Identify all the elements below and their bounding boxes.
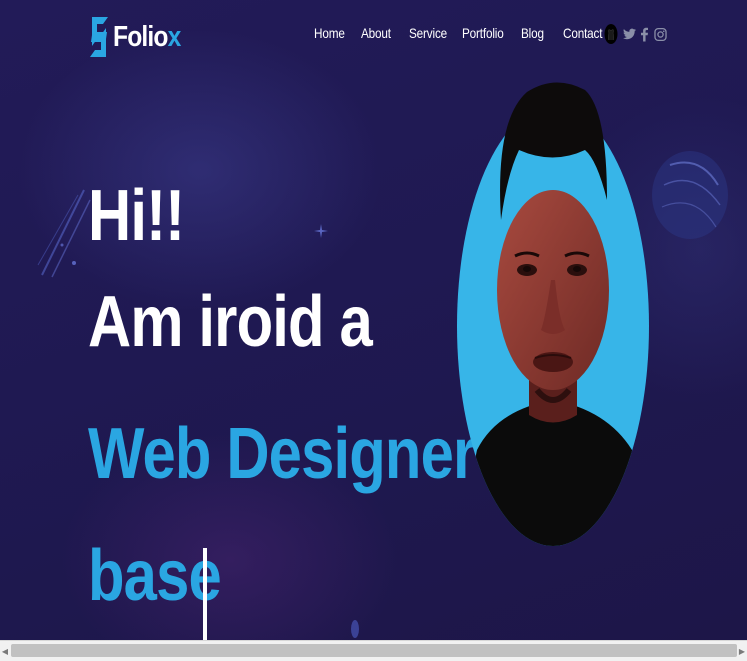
- decorative-orb-right: [652, 151, 728, 239]
- hero-section: Foliox Home About Service Portfolio Blog…: [0, 0, 747, 640]
- decorative-dot-bottom: [351, 620, 359, 638]
- facebook-icon[interactable]: [641, 27, 648, 42]
- nav-link-portfolio[interactable]: Portfolio: [462, 25, 504, 41]
- typing-cursor: [203, 548, 207, 640]
- hero-line-role: Web Designer: [88, 414, 476, 494]
- decorative-streak-left: [37, 189, 91, 278]
- nav-link-contact[interactable]: Contact: [563, 25, 603, 41]
- hero-line-typing: base: [88, 536, 222, 616]
- scroll-left-arrow-icon[interactable]: ◀: [0, 641, 10, 661]
- social-links: [604, 22, 667, 46]
- decorative-sparkle: [314, 224, 328, 238]
- nav-link-home[interactable]: Home: [314, 25, 345, 41]
- nav-link-about[interactable]: About: [361, 25, 391, 41]
- instagram-icon[interactable]: [654, 27, 667, 42]
- hero-line-greeting: Hi!!: [88, 176, 185, 256]
- nav-link-service[interactable]: Service: [409, 25, 447, 41]
- scrollbar-thumb[interactable]: [11, 644, 737, 657]
- profile-portrait: [457, 82, 649, 546]
- horizontal-scrollbar[interactable]: ◀ ▶: [0, 640, 747, 661]
- github-icon[interactable]: [604, 23, 618, 45]
- scroll-right-arrow-icon[interactable]: ▶: [737, 641, 747, 661]
- nav-link-blog[interactable]: Blog: [521, 25, 544, 41]
- hero-line-intro: Am iroid a: [88, 282, 373, 362]
- twitter-icon[interactable]: [623, 28, 636, 40]
